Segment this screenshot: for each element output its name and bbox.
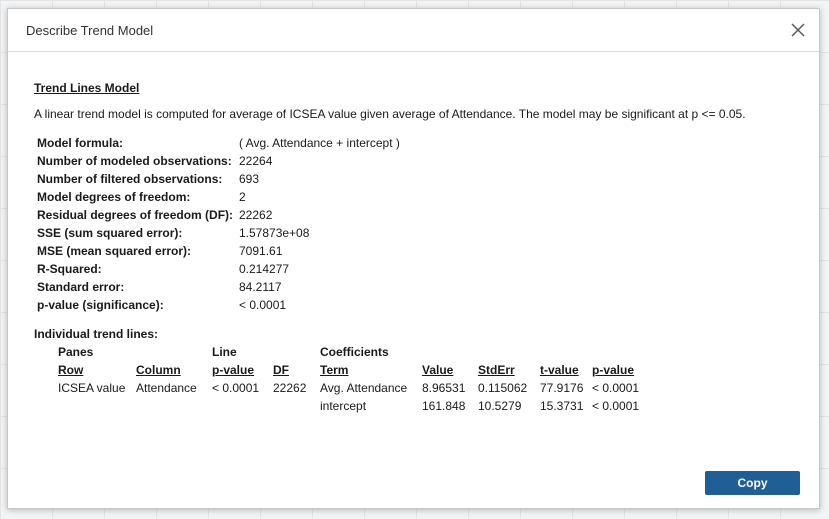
stat-value: 2 [239, 190, 246, 204]
col-header-value: Value [422, 363, 454, 377]
cell-column: Attendance [136, 381, 197, 395]
stat-label: R-Squared: [37, 262, 102, 276]
stat-value: 22262 [239, 208, 273, 222]
stat-value: 84.2117 [239, 280, 282, 294]
stat-label: Number of modeled observations: [37, 154, 232, 168]
stat-label: Standard error: [37, 280, 125, 294]
cell-row: ICSEA value [58, 381, 126, 395]
stat-label: Model degrees of freedom: [37, 190, 191, 204]
col-header-column: Column [136, 363, 181, 377]
stat-value: 22264 [239, 154, 273, 168]
stat-label: MSE (mean squared error): [37, 244, 192, 258]
describe-trend-model-dialog: Describe Trend Model Trend Lines Model A… [7, 8, 820, 509]
cell-stderr: 10.5279 [478, 399, 522, 413]
stat-value: 693 [239, 172, 260, 186]
col-header-tvalue: t-value [540, 363, 579, 377]
col-header-term: Term [320, 363, 349, 377]
individual-trend-lines-heading: Individual trend lines: [34, 327, 159, 341]
cell-value: 161.848 [422, 399, 466, 413]
dialog-titlebar: Describe Trend Model [8, 9, 819, 52]
stat-label: SSE (sum squared error): [37, 226, 183, 240]
cell-coef-pvalue: < 0.0001 [592, 381, 640, 395]
cell-tvalue: 15.3731 [540, 399, 584, 413]
cell-pvalue: < 0.0001 [212, 381, 260, 395]
stat-value: ( Avg. Attendance + intercept ) [239, 136, 400, 150]
col-header-df: DF [273, 363, 289, 377]
dialog-title: Describe Trend Model [26, 23, 154, 38]
cell-value: 8.96531 [422, 381, 466, 395]
close-icon[interactable] [789, 21, 807, 39]
stat-label: Residual degrees of freedom (DF): [37, 208, 234, 222]
stat-value: 7091.61 [239, 244, 283, 258]
cell-term: intercept [320, 399, 367, 413]
stat-value: 1.57873e+08 [239, 226, 310, 240]
copy-button[interactable]: Copy [705, 471, 800, 495]
group-header-coefficients: Coefficients [320, 345, 389, 359]
group-header-line: Line [212, 345, 237, 359]
stat-label: p-value (significance): [37, 298, 164, 312]
trend-lines-model-heading: Trend Lines Model [34, 81, 140, 95]
group-header-panes: Panes [58, 345, 94, 359]
cell-coef-pvalue: < 0.0001 [592, 399, 640, 413]
stat-label: Number of filtered observations: [37, 172, 223, 186]
stat-label: Model formula: [37, 136, 123, 150]
col-header-stderr: StdErr [478, 363, 515, 377]
col-header-coef-pvalue: p-value [592, 363, 635, 377]
stat-value: 0.214277 [239, 262, 290, 276]
cell-tvalue: 77.9176 [540, 381, 584, 395]
model-description: A linear trend model is computed for ave… [34, 107, 746, 121]
cell-stderr: 0.115062 [478, 381, 528, 395]
cell-term: Avg. Attendance [320, 381, 408, 395]
col-header-row: Row [58, 363, 84, 377]
cell-df: 22262 [273, 381, 307, 395]
stat-value: < 0.0001 [239, 298, 287, 312]
col-header-pvalue: p-value [212, 363, 255, 377]
